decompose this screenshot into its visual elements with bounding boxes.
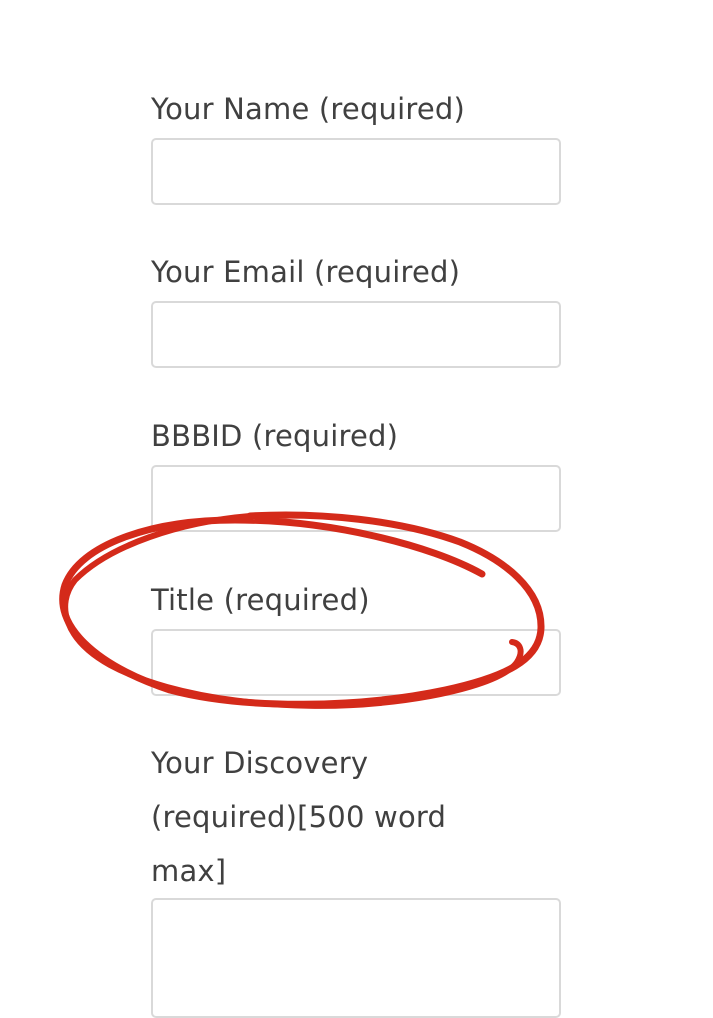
- title-label: Title (required): [151, 583, 370, 617]
- email-field[interactable]: [151, 301, 561, 368]
- name-label: Your Name (required): [151, 92, 466, 126]
- name-field[interactable]: [151, 138, 561, 205]
- discovery-label: Your Discovery (required)[500 word max]: [151, 746, 447, 888]
- bbbid-label: BBBID (required): [151, 419, 399, 453]
- title-field[interactable]: [151, 629, 561, 696]
- email-label: Your Email (required): [151, 255, 461, 289]
- discovery-field[interactable]: [151, 898, 561, 1018]
- bbbid-field[interactable]: [151, 465, 561, 532]
